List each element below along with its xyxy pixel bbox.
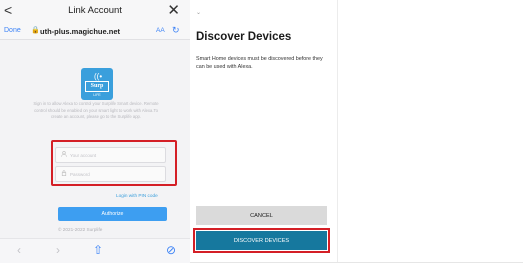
chevron-down-icon[interactable]: ⌄: [196, 9, 201, 16]
url-bar: Done 🔒 uth-plus.magichue.net AA ↻: [0, 24, 190, 40]
wifi-icon: ((•: [94, 72, 103, 81]
copyright-text: © 2021-2022 Surplife: [58, 227, 103, 232]
credentials-highlight: [51, 140, 177, 186]
discover-highlight: [193, 228, 330, 253]
browser-title-bar: < Link Account ✕: [0, 0, 190, 24]
logo-word: Surp: [85, 81, 109, 92]
nav-back-icon[interactable]: ‹: [17, 243, 21, 257]
reload-icon[interactable]: ↻: [172, 25, 180, 36]
panel-divider: [337, 0, 338, 263]
url-text[interactable]: uth-plus.magichue.net: [40, 27, 120, 36]
browser-title: Link Account: [68, 5, 122, 16]
sign-in-description: Sign in to allow Alexa to control your S…: [33, 101, 159, 120]
discover-description: Smart Home devices must be discovered be…: [196, 56, 323, 70]
authorize-button[interactable]: Authorize: [58, 207, 167, 221]
pin-login-link[interactable]: Login with PIN code: [116, 193, 158, 198]
done-button[interactable]: Done: [4, 27, 21, 34]
text-size-button[interactable]: AA: [156, 27, 165, 34]
logo-sub: LIFE: [93, 93, 101, 97]
phone-panel: < Link Account ✕ Done 🔒 uth-plus.magichu…: [0, 0, 190, 263]
close-icon[interactable]: ✕: [167, 1, 180, 19]
surplife-logo: ((• Surp LIFE: [81, 68, 113, 100]
nav-forward-icon[interactable]: ›: [56, 243, 60, 257]
share-icon[interactable]: ⇧: [93, 243, 103, 257]
page-title: Discover Devices: [196, 31, 292, 43]
browser-toolbar: ‹ › ⇧ ⊘: [0, 238, 190, 263]
compass-icon[interactable]: ⊘: [166, 243, 176, 257]
cancel-button[interactable]: CANCEL: [196, 206, 327, 225]
lock-icon: 🔒: [31, 27, 40, 34]
